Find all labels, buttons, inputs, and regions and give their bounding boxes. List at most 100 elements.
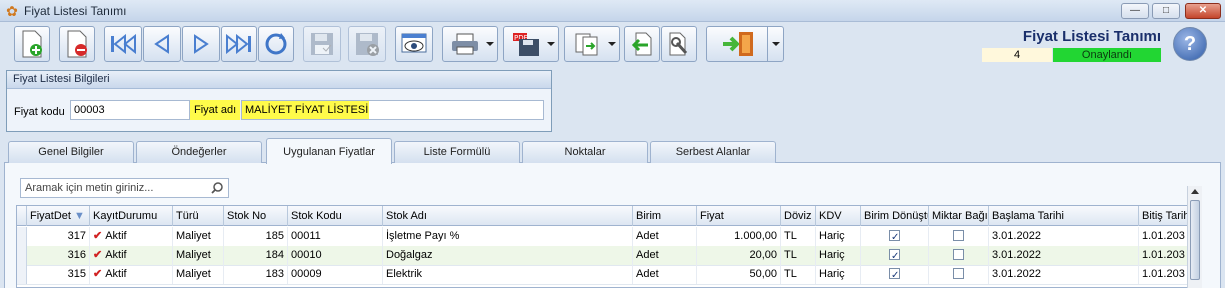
import-button[interactable] — [624, 26, 660, 62]
cell-birim-donustur[interactable] — [861, 227, 929, 246]
tab-free-fields[interactable]: Serbest Alanlar — [650, 141, 776, 163]
cell-doviz[interactable]: TL — [781, 246, 816, 265]
scroll-up-icon[interactable] — [1191, 189, 1199, 194]
exit-button[interactable] — [706, 26, 784, 62]
cell-stokno[interactable]: 183 — [224, 265, 288, 284]
cell-stokno[interactable]: 184 — [224, 246, 288, 265]
cell-stokkodu[interactable]: 00011 — [288, 227, 383, 246]
copy-button[interactable] — [564, 26, 620, 62]
close-button[interactable]: ✕ — [1185, 3, 1221, 19]
checkbox[interactable] — [889, 266, 900, 284]
cell-fiyatdet[interactable]: 316 — [27, 246, 90, 265]
cell-baslama[interactable]: 3.01.2022 — [989, 246, 1139, 265]
cell-baslama[interactable]: 3.01.2022 — [989, 227, 1139, 246]
cell-birim-donustur[interactable] — [861, 265, 929, 284]
col-stokadi[interactable]: Stok Adı — [383, 206, 633, 226]
price-name-field[interactable]: MALİYET FİYAT LİSTESİ — [241, 100, 544, 120]
cell-birim[interactable]: Adet — [633, 265, 697, 284]
active-check-icon: ✔ — [93, 249, 103, 261]
cell-turu[interactable]: Maliyet — [173, 265, 224, 284]
table-row[interactable]: 317 ✔ Aktif Maliyet 185 00011 İşletme Payı % Ad… — [17, 227, 1200, 247]
row-indicator[interactable] — [17, 246, 27, 265]
checkbox[interactable] — [953, 249, 964, 260]
cell-stokkodu[interactable]: 00009 — [288, 265, 383, 284]
cell-kdv[interactable]: Hariç — [816, 227, 861, 246]
cell-stokno[interactable]: 185 — [224, 227, 288, 246]
next-record-button[interactable] — [182, 26, 220, 62]
cell-birim[interactable]: Adet — [633, 227, 697, 246]
cell-fiyat[interactable]: 1.000,00 — [697, 227, 781, 246]
help-button[interactable]: ? — [1173, 27, 1207, 61]
print-button[interactable] — [442, 26, 498, 62]
cell-kdv[interactable]: Hariç — [816, 265, 861, 284]
cell-doviz[interactable]: TL — [781, 265, 816, 284]
refresh-button[interactable] — [258, 26, 294, 62]
save-button[interactable] — [303, 26, 341, 62]
previous-record-button[interactable] — [143, 26, 181, 62]
cell-kdv[interactable]: Hariç — [816, 246, 861, 265]
first-record-button[interactable] — [104, 26, 142, 62]
preview-button[interactable] — [395, 26, 433, 62]
checkbox[interactable] — [953, 268, 964, 279]
col-baslama[interactable]: Başlama Tarihi — [989, 206, 1139, 226]
cell-stokadi[interactable]: İşletme Payı % — [383, 227, 633, 246]
tab-list-formula[interactable]: Liste Formülü — [394, 141, 520, 163]
cell-fiyatdet[interactable]: 315 — [27, 265, 90, 284]
cell-baslama[interactable]: 3.01.2022 — [989, 265, 1139, 284]
table-row[interactable]: 316 ✔ Aktif Maliyet 184 00010 Doğalgaz Adet 20,0… — [17, 246, 1200, 266]
col-kdv[interactable]: KDV — [816, 206, 861, 226]
col-stokkodu[interactable]: Stok Kodu — [288, 206, 383, 226]
checkbox[interactable] — [953, 230, 964, 241]
search-input[interactable]: Aramak için metin giriniz... — [20, 178, 229, 198]
cell-fiyat[interactable]: 20,00 — [697, 246, 781, 265]
price-code-field[interactable]: 00003 — [70, 100, 190, 120]
cell-durum[interactable]: ✔ Aktif — [90, 227, 173, 246]
section-title: Fiyat Listesi Bilgileri — [7, 71, 551, 89]
cell-fiyatdet[interactable]: 317 — [27, 227, 90, 246]
tab-defaults[interactable]: Öndeğerler — [136, 141, 262, 163]
export-pdf-button[interactable]: PDF — [503, 26, 559, 62]
maximize-button[interactable]: □ — [1152, 3, 1180, 19]
tab-general[interactable]: Genel Bilgiler — [8, 141, 134, 163]
cell-turu[interactable]: Maliyet — [173, 246, 224, 265]
cell-miktar-bagimli[interactable] — [929, 227, 989, 246]
cell-miktar-bagimli[interactable] — [929, 265, 989, 284]
cancel-save-button[interactable] — [348, 26, 386, 62]
minimize-button[interactable]: — — [1121, 3, 1149, 19]
cell-fiyat[interactable]: 50,00 — [697, 265, 781, 284]
delete-record-button[interactable] — [59, 26, 95, 62]
tab-points[interactable]: Noktalar — [522, 141, 648, 163]
cell-durum[interactable]: ✔ Aktif — [90, 265, 173, 284]
col-birim-donustur[interactable]: Birim Dönüştü — [861, 206, 929, 226]
cell-miktar-bagimli[interactable] — [929, 246, 989, 265]
col-stokno[interactable]: Stok No — [224, 206, 288, 226]
row-indicator[interactable] — [17, 227, 27, 246]
cell-birim-donustur[interactable] — [861, 246, 929, 265]
checkbox[interactable] — [889, 228, 900, 246]
col-miktar-bagimli[interactable]: Miktar Bağım — [929, 206, 989, 226]
col-fiyat[interactable]: Fiyat — [697, 206, 781, 226]
cell-stokadi[interactable]: Elektrik — [383, 265, 633, 284]
col-fiyatdet[interactable]: FiyatDet ▼ — [27, 206, 90, 226]
col-turu[interactable]: Türü — [173, 206, 224, 226]
cell-stokadi[interactable]: Doğalgaz — [383, 246, 633, 265]
cell-stokkodu[interactable]: 00010 — [288, 246, 383, 265]
cell-durum[interactable]: ✔ Aktif — [90, 246, 173, 265]
checkbox[interactable] — [889, 247, 900, 265]
settings-button[interactable] — [661, 26, 697, 62]
col-birim[interactable]: Birim — [633, 206, 697, 226]
cell-turu[interactable]: Maliyet — [173, 227, 224, 246]
tab-applied-prices[interactable]: Uygulanan Fiyatlar — [266, 138, 392, 164]
vertical-scrollbar[interactable] — [1187, 186, 1202, 288]
cell-doviz[interactable]: TL — [781, 227, 816, 246]
cell-birim[interactable]: Adet — [633, 246, 697, 265]
scroll-thumb[interactable] — [1190, 200, 1200, 280]
col-kayitdurumu[interactable]: KayıtDurumu — [90, 206, 173, 226]
col-doviz[interactable]: Döviz — [781, 206, 816, 226]
arrow-left-icon — [154, 34, 169, 54]
eye-window-icon — [401, 33, 427, 53]
new-record-button[interactable] — [14, 26, 50, 62]
table-row[interactable]: 315 ✔ Aktif Maliyet 183 00009 Elektrik Adet 50,0… — [17, 265, 1200, 285]
last-record-button[interactable] — [221, 26, 257, 62]
row-indicator[interactable] — [17, 265, 27, 284]
